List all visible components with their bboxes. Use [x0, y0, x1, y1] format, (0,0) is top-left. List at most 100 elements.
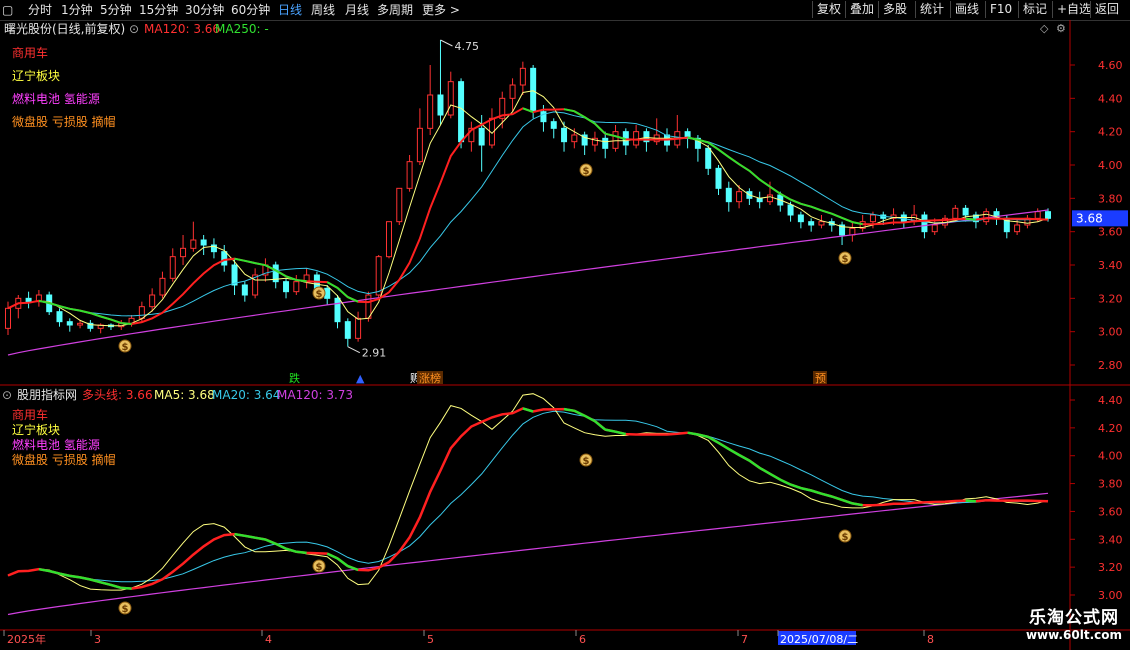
ma5-label: MA5: 3.68 [154, 388, 215, 402]
candle-body [396, 187, 403, 223]
ind-tag-microcap: 微盘股 亏损股 摘帽 [12, 453, 116, 467]
svg-text:$: $ [842, 254, 849, 265]
x-tick-label: 7 [741, 633, 748, 646]
x-tick-label: 5 [427, 633, 434, 646]
candle-body [159, 277, 166, 296]
candle-body [241, 284, 248, 296]
indicator-dropdown-icon[interactable]: ⊙ [2, 386, 12, 404]
candle-body [797, 214, 804, 223]
event-marker: 涨榜 [419, 371, 441, 385]
candle-body [519, 67, 526, 86]
svg-text:$: $ [583, 166, 590, 177]
low-price-label: 2.91 [362, 347, 387, 360]
ind-y-tick-label: 3.60 [1098, 505, 1123, 518]
tag-microcap: 微盘股 亏损股 摘帽 [12, 115, 116, 129]
ind-y-tick-label: 4.20 [1098, 422, 1123, 435]
candle-body [375, 256, 382, 296]
candle-body [921, 214, 928, 233]
y-tick-label: 3.40 [1098, 259, 1123, 272]
candle-body [509, 84, 516, 99]
watermark-title: 乐淘公式网 [1028, 608, 1119, 628]
svg-text:$: $ [122, 604, 129, 615]
ind-duotou-down-segments [38, 407, 976, 590]
candle-body [705, 147, 712, 169]
svg-text:$: $ [583, 456, 590, 467]
candle-body [437, 94, 444, 116]
candle-body [447, 81, 454, 116]
duotou-label: 多头线: 3.66 [82, 388, 153, 402]
svg-text:$: $ [842, 532, 849, 543]
candle-body [869, 214, 876, 223]
buy-signal-icon: $ [312, 286, 326, 300]
event-marker: ▲ [356, 372, 365, 385]
x-tick-label: 6 [579, 633, 586, 646]
y-tick-label: 3.20 [1098, 292, 1123, 305]
candle-body [293, 281, 300, 293]
high-price-label: 4.75 [454, 40, 479, 53]
ind-ma20-line [7, 410, 1049, 583]
x-tick-label: 2025/07/08/二 [780, 633, 858, 646]
candle-body [766, 194, 773, 203]
x-tick-label: 8 [927, 633, 934, 646]
tag-commercial-vehicle: 商用车 [12, 46, 49, 60]
ma20-label: MA20: 3.64 [212, 388, 281, 402]
candle-body [406, 161, 413, 189]
candlestick-series [5, 40, 1051, 347]
ind-duotou-line [7, 407, 1049, 590]
buy-signal-icon: $ [838, 251, 852, 265]
y-tick-label: 4.00 [1098, 159, 1123, 172]
y-tick-label: 3.00 [1098, 326, 1123, 339]
y-tick-label: 3.60 [1098, 226, 1123, 239]
ind-y-tick-label: 3.20 [1098, 561, 1123, 574]
candle-body [550, 121, 557, 129]
watermark: 乐淘公式网 www.60lt.com [1026, 603, 1122, 642]
candle-body [231, 264, 238, 286]
candle-body [808, 221, 815, 226]
candle-body [77, 322, 84, 326]
ind-y-tick-label: 4.40 [1098, 394, 1123, 407]
ma120-ind-label: MA120: 3.73 [277, 388, 354, 402]
candle-body [602, 137, 609, 149]
ind-ma120-line [7, 492, 1049, 616]
ind-buy-signal-icon: $ [579, 453, 593, 467]
candle-body [1034, 211, 1041, 219]
ind-y-tick-label: 3.00 [1098, 589, 1123, 602]
candle-body [66, 321, 73, 326]
main-tag-list: 商用车 辽宁板块 燃料电池 氢能源 微盘股 亏损股 摘帽 [12, 44, 116, 136]
svg-text:$: $ [316, 562, 323, 573]
svg-text:$: $ [122, 342, 129, 353]
indicator-title: 股朋指标网 [17, 388, 78, 402]
candle-body [787, 204, 794, 216]
kline-chart[interactable]: 4.60 4.40 4.20 4.00 3.80 3.60 3.40 3.20 3.00 2.80… [0, 0, 1130, 650]
candle-body [5, 307, 11, 329]
candle-body [344, 321, 351, 339]
svg-text:$: $ [316, 289, 323, 300]
candle-body [355, 317, 362, 339]
low-pointer [347, 346, 361, 354]
candle-body [715, 167, 722, 189]
x-tick-label: 4 [265, 633, 272, 646]
ind-y-tick-label: 3.80 [1098, 478, 1123, 491]
candle-body [612, 131, 619, 149]
candle-body [952, 207, 959, 219]
ind-y-tick-label: 3.40 [1098, 533, 1123, 546]
candle-body [56, 311, 63, 323]
tag-fuel-cell: 燃料电池 氢能源 [12, 92, 100, 106]
ind-y-tick-label: 4.00 [1098, 450, 1123, 463]
candle-body [931, 224, 938, 233]
candle-body [1014, 224, 1021, 233]
candle-body [180, 247, 187, 258]
y-tick-label: 4.20 [1098, 126, 1123, 139]
tag-liaoning: 辽宁板块 [12, 69, 61, 83]
candle-body [725, 187, 732, 203]
candle-body [561, 127, 568, 143]
candle-body [221, 251, 228, 266]
candle-body [571, 134, 578, 143]
candle-body [756, 197, 763, 203]
ind-buy-signal-icon: $ [838, 529, 852, 543]
candle-body [190, 239, 197, 249]
candle-body [385, 221, 392, 258]
current-price-tag: 3.68 [1076, 211, 1103, 225]
candle-body [458, 81, 465, 143]
candle-body [962, 207, 969, 216]
